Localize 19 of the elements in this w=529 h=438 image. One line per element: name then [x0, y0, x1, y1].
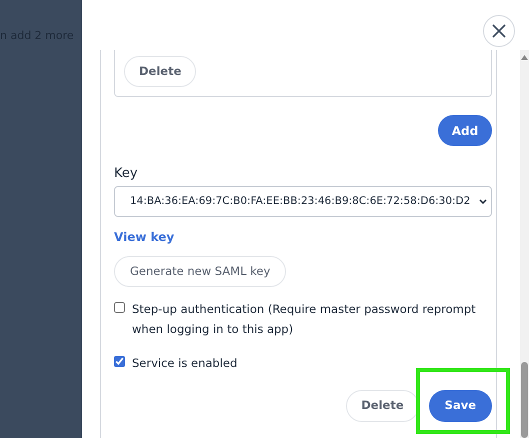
- checkbox[interactable]: [114, 302, 125, 313]
- generate-key-button[interactable]: Generate new SAML key: [114, 256, 286, 287]
- checkbox[interactable]: [114, 356, 125, 367]
- checkbox-label: Service is enabled: [132, 355, 238, 372]
- add-button[interactable]: Add: [438, 115, 492, 146]
- save-button[interactable]: Save: [428, 390, 492, 422]
- close-icon: [492, 24, 506, 38]
- scroll-up-icon[interactable]: [521, 55, 528, 60]
- delete-button[interactable]: Delete: [124, 56, 196, 87]
- view-key-link[interactable]: View key: [114, 228, 174, 246]
- scrollbar[interactable]: [520, 50, 529, 438]
- key-label: Key: [114, 166, 139, 182]
- close-button[interactable]: [483, 15, 515, 47]
- chevron-down-icon: [479, 199, 487, 204]
- delete-button[interactable]: Delete: [346, 390, 419, 422]
- checkbox-label: Step-up authentication (Require master password reprompt when logging in to this app): [132, 301, 477, 338]
- key-select[interactable]: 14:BA:36:EA:69:7C:B0:FA:EE:BB:23:46:B9:8C:6E:72:58:D6:30:D2: [114, 186, 492, 217]
- key-value: 14:BA:36:EA:69:7C:B0:FA:EE:BB:23:46:B9:8C:6E:72:58:D6:30:D2: [130, 194, 470, 209]
- scrollbar-thumb[interactable]: [521, 362, 528, 438]
